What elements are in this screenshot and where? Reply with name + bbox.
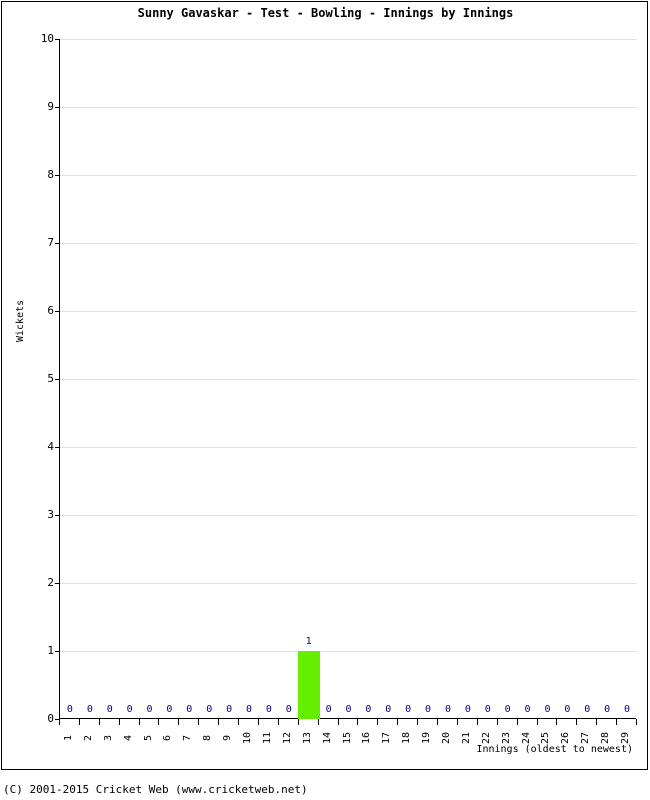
y-tick-label: 0 xyxy=(47,712,54,725)
bar-slot: 0 xyxy=(339,39,359,719)
footer-copyright: (C) 2001-2015 Cricket Web (www.cricketwe… xyxy=(3,783,308,796)
y-tick-label: 9 xyxy=(47,100,54,113)
x-tick-label: 20 xyxy=(440,731,452,745)
x-tick-label: 17 xyxy=(381,731,393,745)
x-tick-label: 12 xyxy=(281,731,293,745)
y-tick-label: 8 xyxy=(47,168,54,181)
bar-value-label: 0 xyxy=(66,704,73,715)
bar-slot: 0 xyxy=(319,39,339,719)
x-tick-label: 4 xyxy=(122,734,134,742)
bar-value-label: 0 xyxy=(186,704,193,715)
bar-slot: 0 xyxy=(557,39,577,719)
bar-slot: 0 xyxy=(179,39,199,719)
x-tick-label: 19 xyxy=(421,731,433,745)
bar-value-label: 0 xyxy=(444,704,451,715)
bar-value-label: 0 xyxy=(464,704,471,715)
y-tick-label: 5 xyxy=(47,372,54,385)
bar-slot: 0 xyxy=(617,39,637,719)
bar-slot: 0 xyxy=(259,39,279,719)
bar-slot: 0 xyxy=(120,39,140,719)
x-tick-label: 6 xyxy=(162,734,174,742)
chart-frame: Sunny Gavaskar - Test - Bowling - Inning… xyxy=(1,1,648,770)
y-tick-label: 1 xyxy=(47,644,54,657)
bar-slot: 0 xyxy=(199,39,219,719)
bar-value-label: 1 xyxy=(305,636,312,647)
bar-slot: 0 xyxy=(398,39,418,719)
y-tick-label: 10 xyxy=(40,32,54,45)
x-axis-title: Innings (oldest to newest) xyxy=(476,744,633,755)
bar-value-label: 0 xyxy=(365,704,372,715)
bar-slot: 1 xyxy=(297,39,320,719)
bar-value-label: 0 xyxy=(604,704,611,715)
x-tick-label: 13 xyxy=(301,731,313,745)
x-tick-label: 11 xyxy=(261,731,273,745)
y-tick-label: 3 xyxy=(47,508,54,521)
bar-slot: 0 xyxy=(80,39,100,719)
bar-value-label: 0 xyxy=(245,704,253,715)
plot-area: 0 0 0 0 0 0 0 0 0 0 0 0 1 0 0 0 0 0 0 0 0 0 0 0 0 0 0 0 0 xyxy=(55,39,637,720)
y-tick-label: 6 xyxy=(47,304,54,317)
x-tick-label: 14 xyxy=(321,731,333,745)
bar-slot: 0 xyxy=(159,39,179,719)
x-tick-label: 16 xyxy=(361,731,373,745)
chart-title: Sunny Gavaskar - Test - Bowling - Inning… xyxy=(137,6,514,20)
bar-slot: 0 xyxy=(478,39,498,719)
bar-value-label: 0 xyxy=(345,704,352,715)
x-tick-label: 10 xyxy=(242,731,254,745)
x-tick-label: 18 xyxy=(401,731,413,745)
y-tick-label: 4 xyxy=(47,440,54,453)
bar-value-label: 0 xyxy=(564,704,571,715)
bar-slot: 0 xyxy=(60,39,80,719)
y-tick-label: 7 xyxy=(47,236,54,249)
bar-value-label: 0 xyxy=(504,704,511,715)
bar-value-label: 0 xyxy=(226,704,233,715)
bar-slot: 0 xyxy=(518,39,538,719)
bar-value-label: 0 xyxy=(624,704,631,715)
bar-series: 0 0 0 0 0 0 0 0 0 0 0 0 1 0 0 0 0 0 0 0 0 0 0 0 0 0 0 0 0 xyxy=(60,39,637,719)
bar-value-label: 0 xyxy=(126,704,133,715)
bar-value-label: 0 xyxy=(325,704,332,715)
x-tick-label: 21 xyxy=(460,731,472,745)
bar-slot: 0 xyxy=(577,39,597,719)
bar-value-label: 0 xyxy=(544,704,551,715)
x-tick-label: 2 xyxy=(82,734,94,742)
bar-value-label: 0 xyxy=(584,704,591,715)
bar-slot: 0 xyxy=(358,39,378,719)
bar-slot: 0 xyxy=(498,39,518,719)
bar-slot: 0 xyxy=(279,39,299,719)
bar-slot: 0 xyxy=(418,39,438,719)
x-tick-label: 9 xyxy=(222,734,234,742)
bar-slot: 0 xyxy=(239,39,259,719)
bar-slot: 0 xyxy=(458,39,478,719)
bar-value-label: 0 xyxy=(166,704,173,715)
bar-value-label: 0 xyxy=(385,704,392,715)
x-tick-label: 15 xyxy=(341,731,353,745)
bar-slot: 0 xyxy=(140,39,160,719)
bar-slot: 0 xyxy=(538,39,558,719)
bar-value-label: 0 xyxy=(405,704,412,715)
bar-value-label: 0 xyxy=(106,704,113,715)
y-axis-tick-labels: 0 1 2 3 4 5 6 7 8 9 10 xyxy=(10,33,54,724)
x-tick-label: 8 xyxy=(202,734,214,742)
bar-slot: 0 xyxy=(219,39,239,719)
bar-value-label: 0 xyxy=(146,704,153,715)
bar-value-label: 0 xyxy=(86,704,93,715)
bar-value-label: 0 xyxy=(484,704,491,715)
y-tick-label: 2 xyxy=(47,576,54,589)
x-tick-label: 3 xyxy=(102,734,114,742)
bar-value-label: 0 xyxy=(265,704,272,715)
bar-value-label: 0 xyxy=(206,704,213,715)
bar-slot: 0 xyxy=(597,39,617,719)
bar-slot: 0 xyxy=(100,39,120,719)
bar-value-label: 0 xyxy=(285,704,292,715)
bar-slot: 0 xyxy=(378,39,398,719)
bar-value-label: 0 xyxy=(425,704,432,715)
x-tick-label: 1 xyxy=(62,734,74,742)
bar-slot: 0 xyxy=(438,39,458,719)
bar-value-label: 0 xyxy=(524,704,531,715)
bar xyxy=(297,651,320,719)
x-tick-label: 5 xyxy=(142,734,154,742)
x-tick-label: 7 xyxy=(182,734,194,742)
